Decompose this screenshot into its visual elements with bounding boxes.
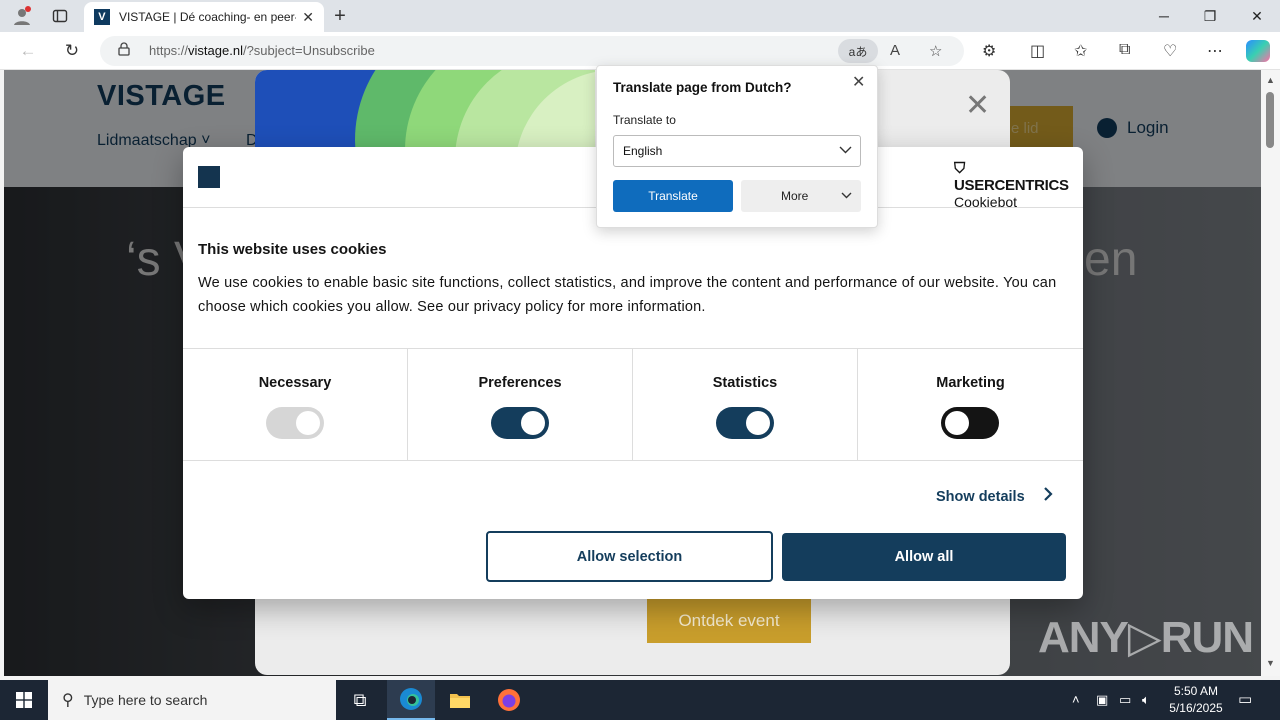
cookie-title: This website uses cookies bbox=[198, 241, 387, 258]
statistics-toggle[interactable] bbox=[716, 407, 774, 439]
file-explorer-icon[interactable] bbox=[436, 680, 484, 720]
discover-event-button[interactable]: Ontdek event bbox=[647, 598, 811, 643]
browser-essentials-icon[interactable]: ♡ bbox=[1163, 41, 1177, 61]
category-label: Marketing bbox=[936, 375, 1005, 391]
show-details-link[interactable]: Show details bbox=[936, 487, 1053, 506]
shield-icon: ⛉ bbox=[954, 160, 965, 177]
notification-icon[interactable]: ▭ bbox=[1238, 690, 1252, 708]
scroll-down-icon[interactable]: ▼ bbox=[1266, 658, 1275, 668]
category-label: Preferences bbox=[478, 375, 562, 391]
chevron-down-icon bbox=[841, 188, 852, 202]
preferences-toggle[interactable] bbox=[491, 407, 549, 439]
split-screen-icon[interactable]: ◫ bbox=[1030, 41, 1045, 61]
extensions-icon[interactable]: ⚙ bbox=[982, 41, 996, 61]
tab-favicon-icon: V bbox=[94, 9, 110, 25]
active-tab[interactable]: V VISTAGE | Dé coaching- en peer-advieso… bbox=[84, 2, 324, 32]
task-view-icon[interactable]: ⧉ bbox=[336, 680, 384, 720]
translate-popup: Translate page from Dutch? ✕ Translate t… bbox=[596, 65, 878, 228]
translate-button[interactable]: Translate bbox=[613, 180, 733, 212]
copilot-icon[interactable] bbox=[1246, 40, 1270, 62]
minimize-icon[interactable]: ─ bbox=[1141, 0, 1187, 32]
firefox-icon[interactable] bbox=[485, 680, 533, 720]
collections-icon[interactable]: ⧉ bbox=[1119, 41, 1130, 59]
usercentrics-logo: ⛉ USERCENTRICS Cookiebot bbox=[954, 160, 1069, 210]
restore-icon[interactable]: ❐ bbox=[1187, 0, 1233, 32]
taskbar-search[interactable]: ⚲ Type here to search bbox=[48, 680, 336, 720]
show-hidden-icons-icon[interactable]: ˄ bbox=[1072, 692, 1080, 707]
translate-page-icon[interactable]: aあ bbox=[838, 39, 878, 63]
chevron-down-icon bbox=[839, 142, 852, 157]
anyrun-watermark: ANY▷RUN bbox=[1038, 613, 1254, 662]
category-necessary: Necessary bbox=[183, 349, 408, 461]
browser-tab-bar: V VISTAGE | Dé coaching- en peer-advieso… bbox=[0, 0, 1280, 32]
device-icon[interactable]: ▣ bbox=[1096, 692, 1108, 708]
profile-icon[interactable] bbox=[10, 4, 34, 28]
vistage-logo-icon bbox=[198, 166, 220, 188]
necessary-toggle bbox=[266, 407, 324, 439]
close-window-icon[interactable]: ✕ bbox=[1234, 0, 1280, 32]
chevron-right-icon bbox=[1043, 487, 1053, 506]
refresh-icon[interactable]: ↻ bbox=[59, 39, 85, 63]
translate-to-label: Translate to bbox=[613, 113, 676, 127]
allow-selection-button[interactable]: Allow selection bbox=[486, 531, 773, 582]
translate-title: Translate page from Dutch? bbox=[613, 80, 792, 95]
cookie-categories: Necessary Preferences Statistics Marketi… bbox=[183, 348, 1083, 461]
category-label: Statistics bbox=[712, 375, 778, 391]
read-aloud-icon[interactable]: A bbox=[890, 42, 900, 59]
marketing-toggle[interactable] bbox=[941, 407, 999, 439]
windows-taskbar: ⚲ Type here to search ⧉ ˄ ▣ ▭ 🔈︎ 5:50 AM… bbox=[0, 680, 1280, 720]
edge-taskbar-icon[interactable] bbox=[387, 680, 435, 720]
allow-all-button[interactable]: Allow all bbox=[782, 533, 1066, 581]
category-label: Necessary bbox=[258, 375, 332, 391]
new-tab-icon[interactable]: + bbox=[328, 4, 352, 28]
more-button[interactable]: More bbox=[741, 180, 861, 212]
tab-actions-icon[interactable] bbox=[48, 4, 72, 28]
search-icon: ⚲ bbox=[62, 692, 74, 709]
address-bar[interactable]: https://vistage.nl/?subject=Unsubscribe … bbox=[100, 36, 964, 66]
category-preferences: Preferences bbox=[408, 349, 633, 461]
tab-close-icon[interactable]: ✕ bbox=[302, 9, 314, 26]
category-marketing: Marketing bbox=[858, 349, 1083, 461]
network-icon[interactable]: ▭ bbox=[1119, 692, 1131, 708]
windows-start-icon[interactable] bbox=[0, 680, 48, 720]
language-select[interactable]: English bbox=[613, 135, 861, 167]
scrollbar-thumb[interactable] bbox=[1266, 92, 1274, 148]
settings-more-icon[interactable]: ⋯ bbox=[1207, 41, 1223, 61]
tab-title: VISTAGE | Dé coaching- en peer-adviesorg… bbox=[118, 10, 297, 24]
lock-icon bbox=[118, 42, 130, 59]
volume-icon[interactable]: 🔈︎ bbox=[1142, 692, 1150, 708]
url-text: https://vistage.nl/?subject=Unsubscribe bbox=[149, 43, 375, 58]
translate-close-icon[interactable]: ✕ bbox=[852, 72, 865, 92]
back-icon[interactable]: ← bbox=[15, 39, 41, 63]
favorite-star-icon[interactable]: ☆ bbox=[929, 42, 942, 60]
event-close-icon[interactable]: ✕ bbox=[965, 88, 990, 123]
cookie-description: We use cookies to enable basic site func… bbox=[198, 275, 1057, 315]
scroll-up-icon[interactable]: ▲ bbox=[1266, 75, 1275, 85]
system-clock[interactable]: 5:50 AM 5/16/2025 bbox=[1160, 683, 1232, 717]
category-statistics: Statistics bbox=[633, 349, 858, 461]
page-scrollbar[interactable]: ▲ ▼ bbox=[1261, 70, 1280, 676]
favorites-icon[interactable]: ✩ bbox=[1074, 41, 1087, 61]
